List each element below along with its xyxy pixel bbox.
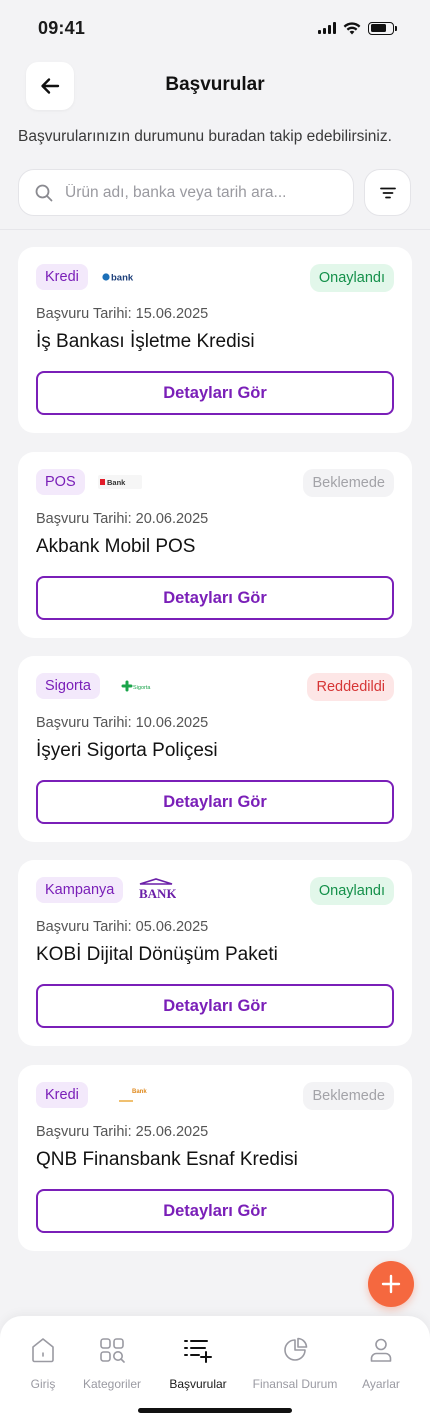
application-date: Başvuru Tarihi: 20.06.2025 bbox=[36, 511, 209, 527]
application-card: Kredi bank Onaylandı Başvuru Tarihi: 15.… bbox=[18, 247, 412, 433]
details-button[interactable]: Detayları Gör bbox=[36, 371, 394, 415]
user-icon bbox=[370, 1338, 392, 1362]
svg-text:bank: bank bbox=[111, 273, 134, 284]
search-input[interactable] bbox=[65, 183, 325, 202]
nav-item-applications[interactable]: Başvurular bbox=[153, 1336, 243, 1391]
status-badge: Onaylandı bbox=[309, 264, 394, 292]
category-chip: Kredi bbox=[36, 1082, 88, 1108]
bottom-nav: Giriş Kategoriler Başvurular Finansal Du… bbox=[0, 1316, 430, 1422]
application-title: QNB Finansbank Esnaf Kredisi bbox=[36, 1149, 298, 1170]
application-title: Akbank Mobil POS bbox=[36, 536, 196, 557]
svg-text:Sigorta: Sigorta bbox=[133, 685, 151, 691]
application-card: Kampanya BANK Onaylandı Başvuru Tarihi: … bbox=[18, 860, 412, 1046]
application-card: Kredi Bank Beklemede Başvuru Tarihi: 25.… bbox=[18, 1065, 412, 1251]
details-button[interactable]: Detayları Gör bbox=[36, 780, 394, 824]
page-title: Başvurular bbox=[165, 74, 265, 95]
search-box[interactable] bbox=[18, 169, 354, 216]
home-indicator bbox=[138, 1408, 292, 1413]
details-button[interactable]: Detayları Gör bbox=[36, 984, 394, 1028]
page-subtitle: Başvurularınızın durumunu buradan takip … bbox=[18, 128, 392, 145]
signal-icon bbox=[318, 22, 336, 34]
nav-label: Giriş bbox=[30, 1377, 56, 1391]
search-icon bbox=[35, 184, 53, 201]
details-button[interactable]: Detayları Gör bbox=[36, 576, 394, 620]
filter-icon bbox=[379, 187, 396, 198]
svg-text:BANK: BANK bbox=[139, 886, 176, 901]
status-badge: Onaylandı bbox=[309, 877, 394, 905]
nav-label: Finansal Durum bbox=[252, 1377, 338, 1391]
categories-icon bbox=[100, 1338, 125, 1363]
application-title: İşyeri Sigorta Poliçesi bbox=[36, 740, 218, 761]
bank-logo: Bank bbox=[98, 473, 142, 491]
wifi-icon bbox=[343, 21, 361, 34]
header: Başvurular bbox=[0, 62, 430, 114]
svg-text:Bank: Bank bbox=[107, 478, 126, 487]
pie-chart-icon bbox=[284, 1337, 308, 1361]
application-date: Başvuru Tarihi: 05.06.2025 bbox=[36, 919, 209, 935]
nav-label: Ayarlar bbox=[362, 1377, 400, 1391]
home-icon bbox=[32, 1338, 54, 1363]
applications-icon bbox=[184, 1340, 212, 1363]
status-time: 09:41 bbox=[38, 17, 86, 38]
application-card: Sigorta Sigorta Reddedildi Başvuru Tarih… bbox=[18, 656, 412, 842]
nav-item-financial-status[interactable]: Finansal Durum bbox=[250, 1336, 340, 1391]
filter-button[interactable] bbox=[364, 169, 411, 216]
details-button[interactable]: Detayları Gör bbox=[36, 1189, 394, 1233]
plus-icon bbox=[381, 1274, 401, 1294]
add-application-button[interactable] bbox=[368, 1261, 414, 1307]
application-date: Başvuru Tarihi: 15.06.2025 bbox=[36, 306, 209, 322]
nav-label: Kategoriler bbox=[82, 1377, 142, 1391]
status-badge: Reddedildi bbox=[307, 673, 394, 701]
battery-icon bbox=[368, 21, 397, 35]
bank-logo: Sigorta bbox=[120, 677, 154, 695]
application-title: İş Bankası İşletme Kredisi bbox=[36, 331, 255, 352]
status-badge: Beklemede bbox=[303, 469, 394, 497]
nav-item-categories[interactable]: Kategoriler bbox=[67, 1336, 157, 1391]
bank-logo: bank bbox=[102, 268, 138, 286]
svg-text:Bank: Bank bbox=[132, 1089, 147, 1095]
application-title: KOBİ Dijital Dönüşüm Paketi bbox=[36, 944, 278, 965]
application-date: Başvuru Tarihi: 10.06.2025 bbox=[36, 715, 209, 731]
category-chip: Kampanya bbox=[36, 877, 124, 903]
category-chip: Sigorta bbox=[36, 673, 100, 699]
nav-label: Başvurular bbox=[169, 1377, 227, 1391]
application-date: Başvuru Tarihi: 25.06.2025 bbox=[36, 1124, 209, 1140]
category-chip: Kredi bbox=[36, 264, 88, 290]
divider bbox=[0, 229, 430, 230]
nav-item-settings[interactable]: Ayarlar bbox=[336, 1336, 426, 1391]
status-icons bbox=[318, 21, 397, 35]
status-bar: 09:41 bbox=[0, 0, 430, 56]
category-chip: POS bbox=[36, 469, 85, 495]
application-card: POS Bank Beklemede Başvuru Tarihi: 20.06… bbox=[18, 452, 412, 638]
status-badge: Beklemede bbox=[303, 1082, 394, 1110]
bank-logo: BANK bbox=[136, 877, 176, 901]
bank-logo: Bank bbox=[116, 1084, 150, 1108]
